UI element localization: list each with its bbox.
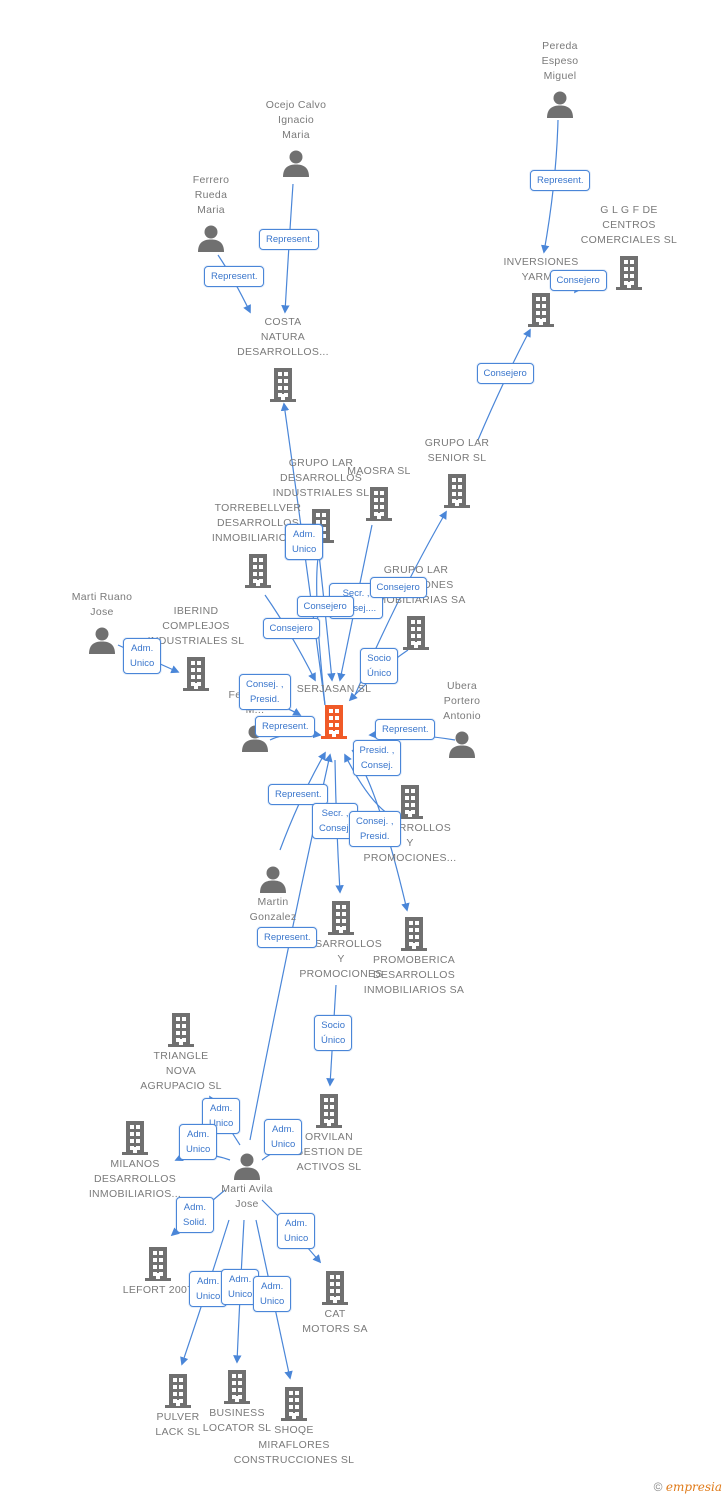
building-icon[interactable] (401, 614, 431, 655)
person-icon[interactable] (546, 90, 574, 123)
building-icon[interactable] (319, 703, 349, 744)
node-label: TRIANGLE NOVA AGRUPACIO SL (140, 1050, 222, 1092)
building-icon[interactable] (166, 1011, 196, 1052)
node-label: Pereda Espeso Miguel (541, 40, 579, 82)
node-label: Ubera Portero Antonio (443, 680, 481, 722)
brand-logo: empresia (665, 1480, 722, 1494)
node-label: GRUPO LAR SENIOR SL (424, 437, 490, 464)
edge-label[interactable]: Represent. (375, 718, 436, 740)
node-label: G L G F DE CENTROS COMERCIALES SL (580, 204, 678, 246)
edge-label[interactable]: Represent. (530, 169, 591, 191)
edge-label[interactable]: Consej. , Presid. (349, 811, 401, 847)
edge-label[interactable]: Represent. (255, 715, 316, 737)
building-icon[interactable] (364, 485, 394, 526)
edge-label[interactable]: Socio Único (314, 1015, 353, 1051)
building-icon[interactable] (243, 552, 273, 593)
edge-larsenior-yarmu (477, 328, 531, 441)
building-icon[interactable] (320, 1269, 350, 1310)
edge-label[interactable]: Consejero (549, 269, 607, 291)
edge-label[interactable]: Consejero (262, 617, 320, 639)
edge-label[interactable]: Adm. Unico (264, 1119, 303, 1155)
edge-label[interactable]: Adm. Unico (123, 638, 162, 674)
building-icon[interactable] (314, 1092, 344, 1133)
person-icon[interactable] (197, 224, 225, 257)
building-icon[interactable] (268, 366, 298, 407)
node-label: Ferrero Rueda Maria (192, 174, 230, 216)
edge-label[interactable]: Presid. , Consej. (352, 740, 402, 776)
person-icon[interactable] (282, 149, 310, 182)
footer-brand[interactable]: © empresia (654, 1480, 722, 1494)
building-icon[interactable] (279, 1385, 309, 1426)
edge-label[interactable]: Consej. , Presid. (239, 674, 291, 710)
edge-label[interactable]: Adm. Solid. (176, 1197, 214, 1233)
building-icon[interactable] (399, 915, 429, 956)
person-icon[interactable] (233, 1152, 261, 1185)
edge-label[interactable]: Adm. Unico (277, 1213, 316, 1249)
edge-label[interactable]: Represent. (259, 228, 320, 250)
edge-label[interactable]: Consejero (476, 362, 534, 384)
person-icon[interactable] (88, 626, 116, 659)
edge-label[interactable]: Socio Único (360, 648, 399, 684)
person-icon[interactable] (448, 730, 476, 763)
building-icon[interactable] (120, 1119, 150, 1160)
edge-label[interactable]: Represent. (257, 926, 318, 948)
edge-label[interactable]: Adm. Unico (253, 1276, 292, 1312)
building-icon[interactable] (143, 1245, 173, 1286)
node-label: Ocejo Calvo Ignacio Maria (265, 99, 327, 141)
node-label: SHOQE MIRAFLORES CONSTRUCCIONES SL (233, 1424, 355, 1466)
copyright-symbol: © (653, 1480, 663, 1494)
building-icon[interactable] (326, 899, 356, 940)
node-label: MAOSRA SL (347, 465, 411, 477)
edge-label[interactable]: Represent. (268, 783, 329, 805)
edge-label[interactable]: Adm. Unico (179, 1124, 218, 1160)
building-icon[interactable] (526, 291, 556, 332)
building-icon[interactable] (222, 1368, 252, 1409)
building-icon[interactable] (614, 254, 644, 295)
edge-label[interactable]: Consejero (296, 595, 354, 617)
node-label: COSTA NATURA DESARROLLOS... (237, 316, 329, 358)
edge-label[interactable]: Represent. (204, 265, 265, 287)
edge-label[interactable]: Consejero (369, 576, 427, 598)
node-label: PROMOBERICA DESARROLLOS INMOBILIARIOS SA (363, 954, 465, 996)
edge-label[interactable]: Adm. Unico (285, 524, 324, 560)
person-icon[interactable] (259, 865, 287, 898)
